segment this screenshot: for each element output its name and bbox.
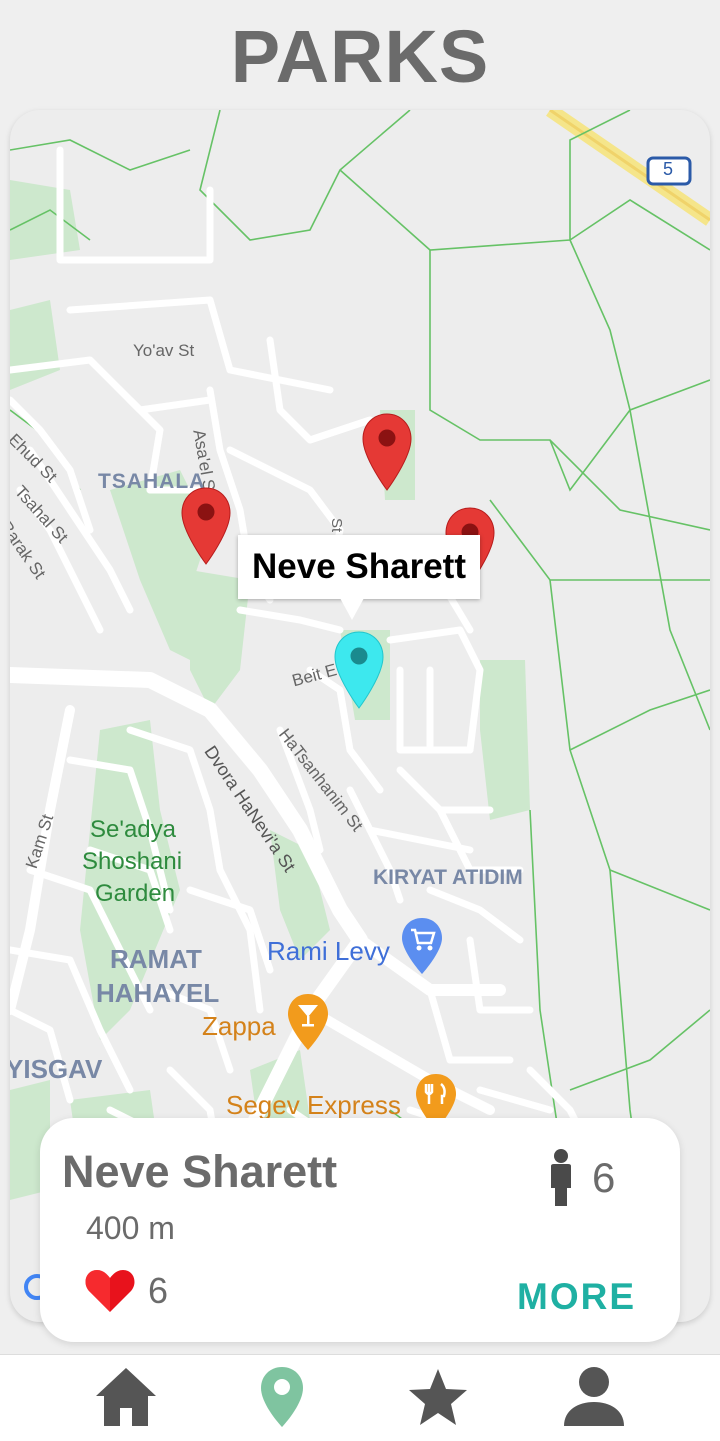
park-name: Neve Sharett <box>62 1146 338 1197</box>
park-pin-selected[interactable] <box>333 630 385 710</box>
home-icon[interactable] <box>94 1366 158 1428</box>
map-label-poi: Segev Express <box>226 1090 401 1120</box>
heart-icon[interactable] <box>84 1268 136 1314</box>
star-icon[interactable] <box>407 1367 469 1427</box>
people-count: 6 <box>548 1146 615 1210</box>
bar-cocktail-icon[interactable] <box>288 994 328 1054</box>
map-label-highway: 5 <box>663 159 674 179</box>
map-label-street: St <box>328 518 345 533</box>
likes-count-value: 6 <box>148 1270 169 1311</box>
more-button[interactable]: MORE <box>517 1276 636 1318</box>
park-pin-red[interactable] <box>180 486 232 566</box>
bottom-nav <box>0 1354 720 1441</box>
map-label-neighborhood: RAMAT <box>110 944 202 974</box>
map-label-poi: Rami Levy <box>267 936 390 966</box>
map-pin-icon[interactable] <box>259 1365 305 1429</box>
likes-count[interactable]: 6 <box>84 1268 168 1314</box>
nav-profile[interactable] <box>562 1365 626 1429</box>
park-info-card: Neve Sharett 400 m 6 6 MORE <box>40 1118 680 1342</box>
map-label-neighborhood: HAHAYEL <box>96 978 220 1008</box>
shopping-cart-icon[interactable] <box>402 918 442 978</box>
park-pin-red[interactable] <box>361 412 413 492</box>
map-label-street: Yo'av St <box>133 341 195 360</box>
page-title: PARKS <box>230 15 490 98</box>
restaurant-icon[interactable] <box>416 1074 456 1124</box>
map-label-neighborhood: YISGAV <box>10 1054 103 1084</box>
map-label-park: Se'adya <box>90 816 176 843</box>
people-count-value: 6 <box>592 1154 616 1201</box>
person-icon <box>551 1149 571 1206</box>
map-label-park: Garden <box>95 880 176 907</box>
person-icon[interactable] <box>562 1366 626 1428</box>
map-popup-tail <box>340 598 364 620</box>
park-distance: 400 m <box>86 1210 175 1246</box>
nav-map[interactable] <box>250 1365 314 1429</box>
map-label-poi: Zappa <box>202 1011 276 1041</box>
map-label-neighborhood: KIRYAT ATIDIM <box>373 866 523 889</box>
nav-favorites[interactable] <box>406 1365 470 1429</box>
nav-home[interactable] <box>94 1365 158 1429</box>
map-popup-title[interactable]: Neve Sharett <box>238 535 480 599</box>
map-label-park: Shoshani <box>82 848 183 875</box>
